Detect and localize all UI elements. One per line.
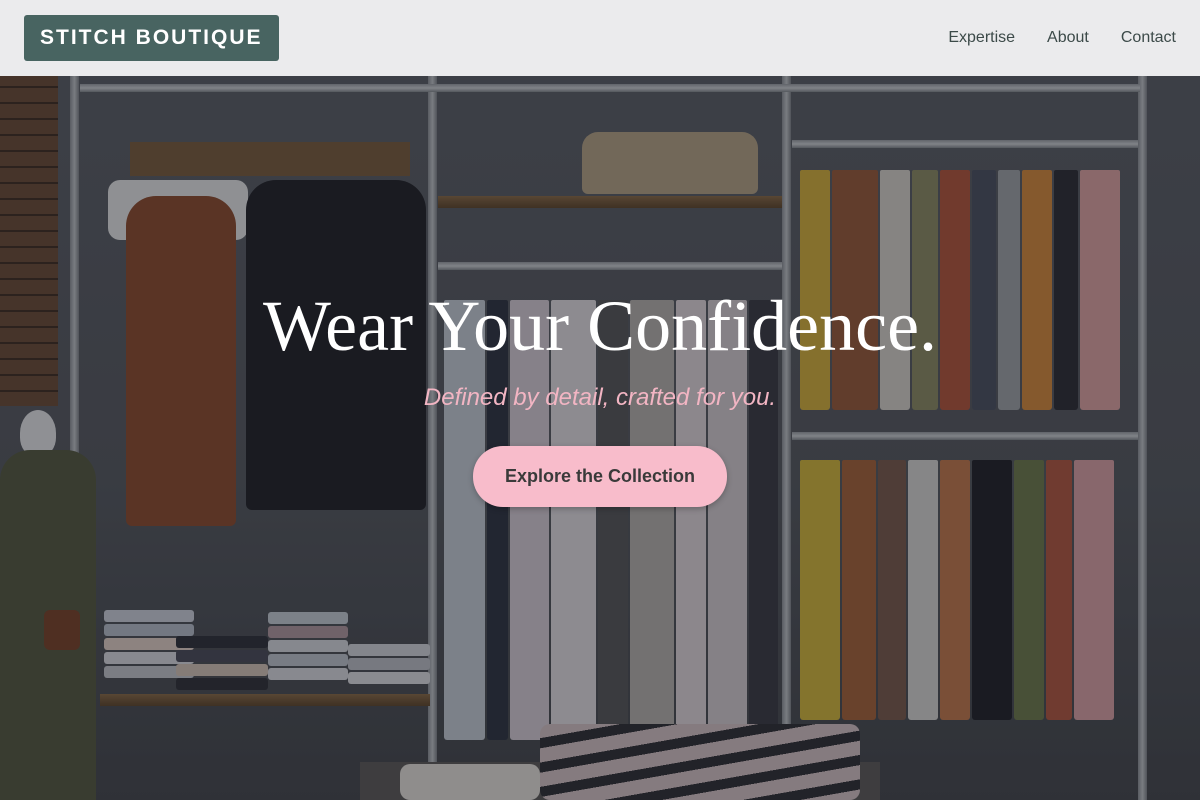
nav-link-about[interactable]: About	[1047, 29, 1089, 47]
nav-links: Expertise About Contact	[948, 29, 1176, 47]
hero-subheadline: Defined by detail, crafted for you.	[423, 384, 777, 411]
hero-headline: Wear Your Confidence.	[262, 286, 938, 366]
nav-link-contact[interactable]: Contact	[1121, 29, 1176, 47]
hero-content: Wear Your Confidence. Defined by detail,…	[0, 280, 1200, 507]
nav-link-expertise[interactable]: Expertise	[948, 29, 1015, 47]
top-navbar: STITCH BOUTIQUE Expertise About Contact	[0, 0, 1200, 76]
explore-collection-button[interactable]: Explore the Collection	[472, 446, 728, 507]
brand-logo[interactable]: STITCH BOUTIQUE	[24, 15, 279, 61]
